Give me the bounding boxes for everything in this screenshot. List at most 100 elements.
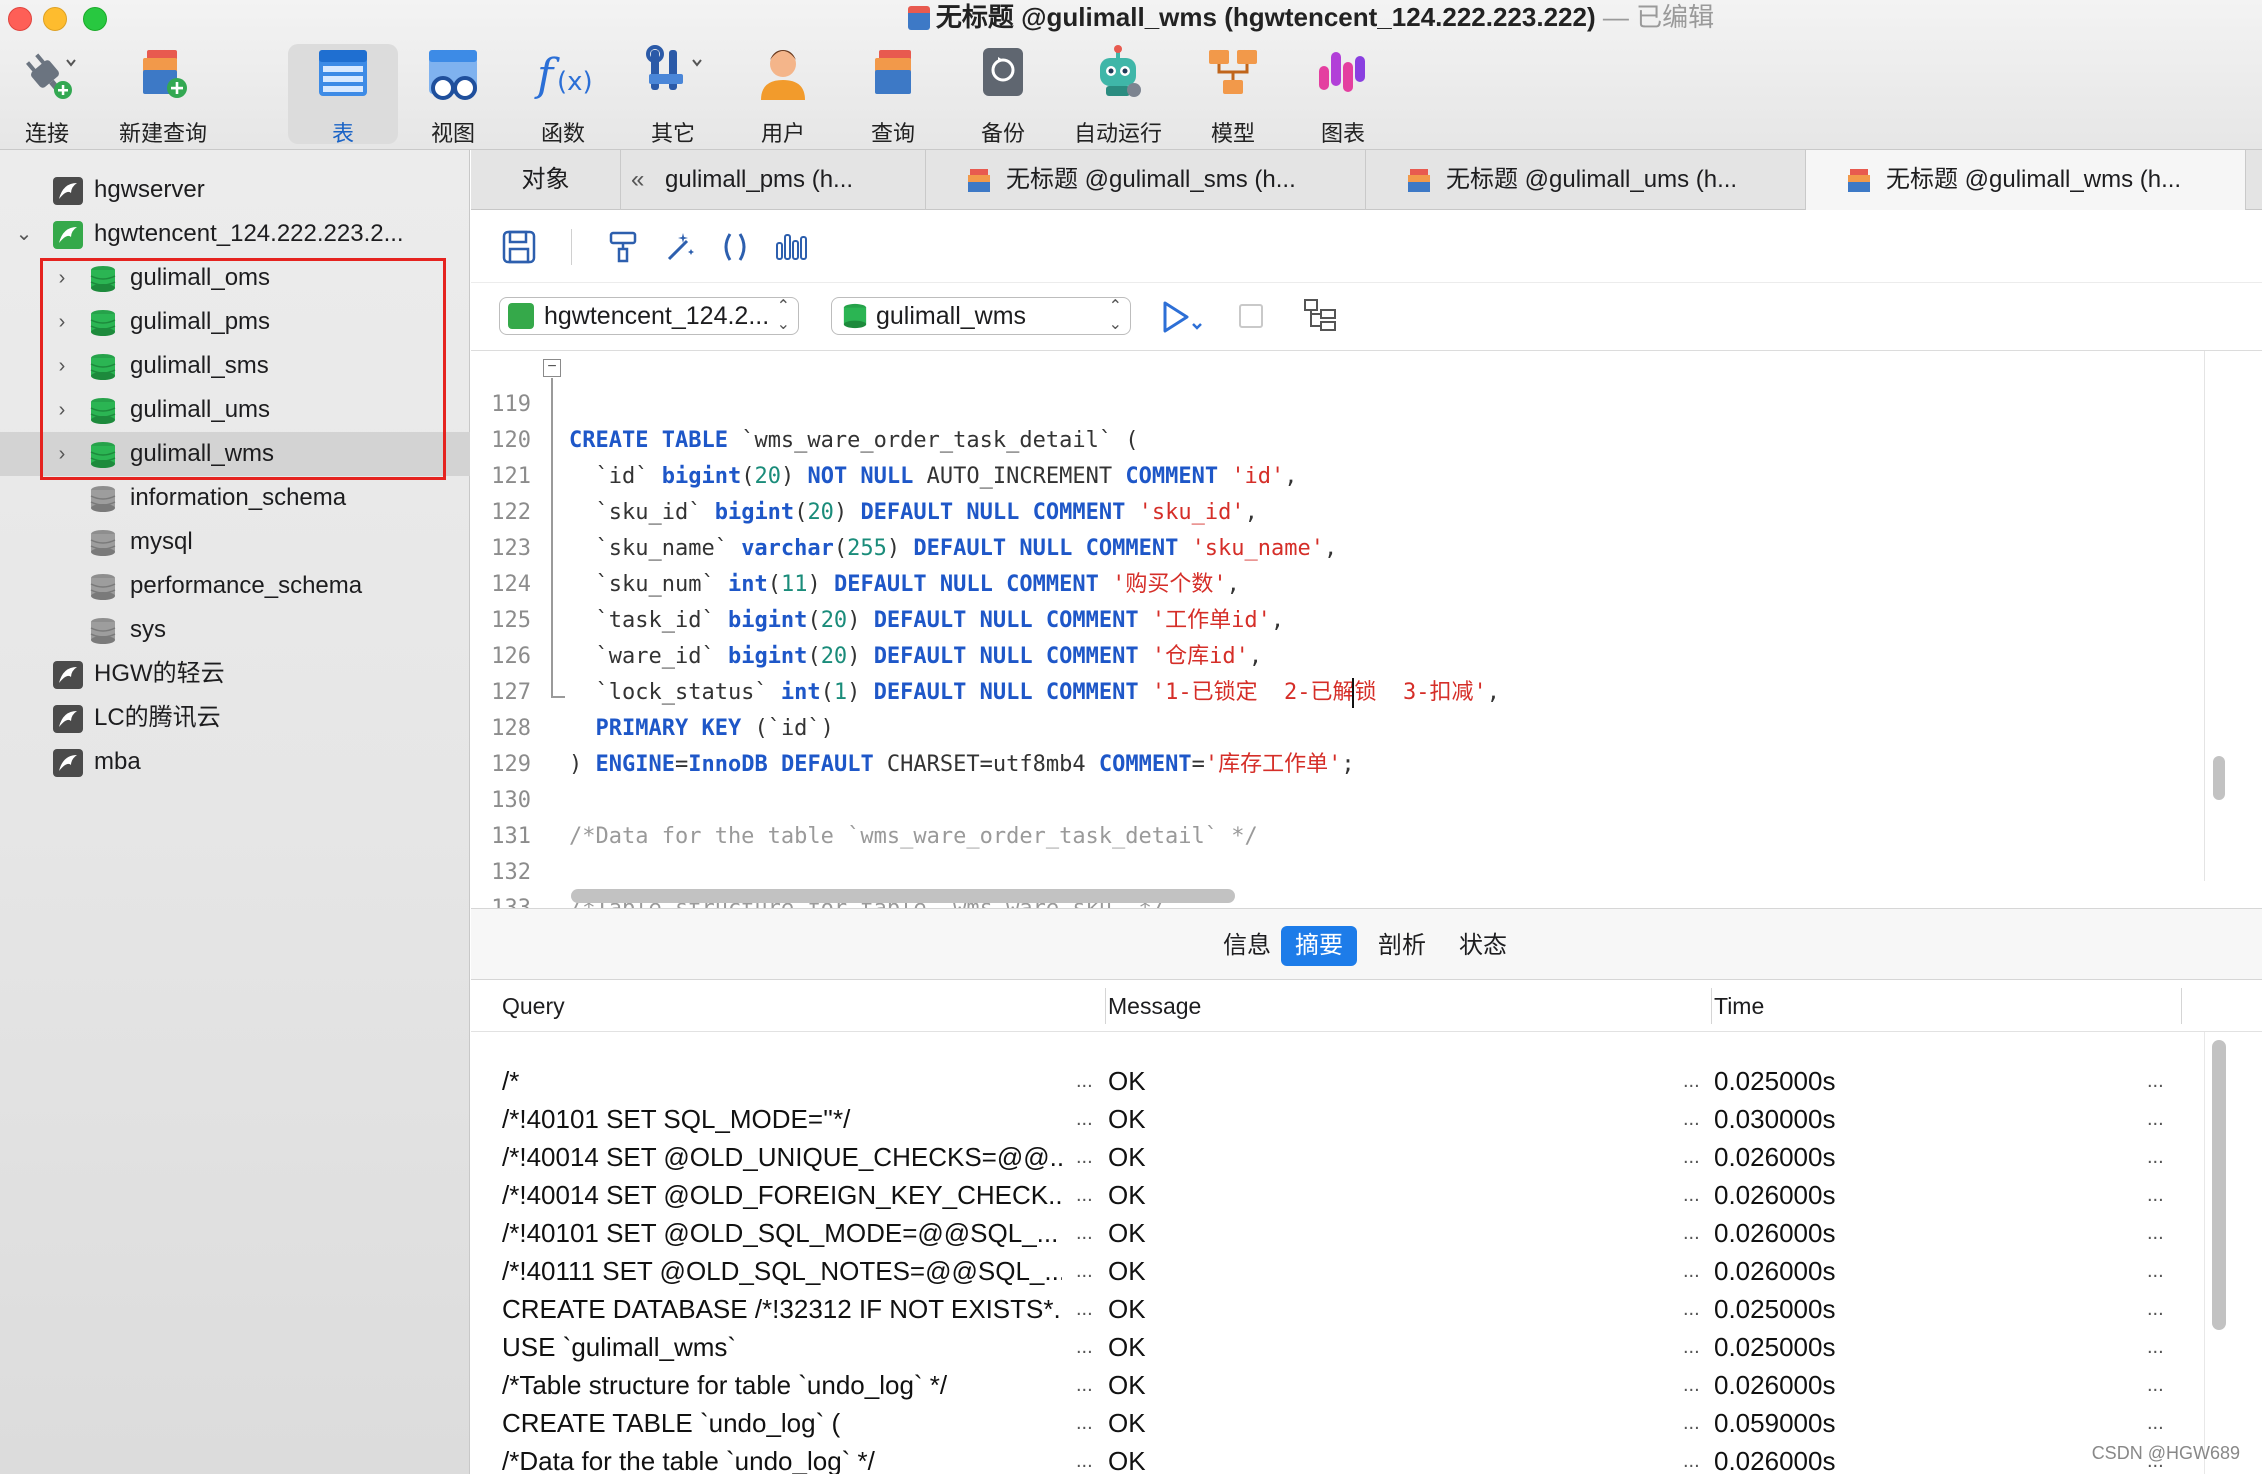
magic-wand-icon[interactable] [661,229,697,265]
backup-icon [983,48,1023,96]
table-row[interactable]: USE `gulimall_wms`... OK... 0.025000s... [471,1328,2211,1366]
toolbar-function-button[interactable]: f (x) 函数 [518,44,608,146]
run-icon[interactable] [1161,300,1205,334]
chevron-right-icon[interactable]: › [52,432,72,476]
code-line: 120 `id` bigint(20) NOT NULL AUTO_INCREM… [471,387,2211,489]
sidebar-item-hgwtencent[interactable]: ⌄ hgwtencent_124.222.223.2... [0,212,470,256]
cell-ellipsis: ... [2147,1374,2164,1396]
toolbar-automation-button[interactable]: 自动运行 [1068,44,1168,146]
column-divider[interactable] [2181,988,2182,1024]
sidebar-item-gulimall-oms[interactable]: › gulimall_oms [0,256,470,300]
tab-info[interactable]: 信息 [1209,926,1285,966]
table-row[interactable]: /*!40014 SET @OLD_FOREIGN_KEY_CHECK.....… [471,1176,2211,1214]
column-header-time[interactable]: Time [1714,980,1764,1032]
connection-icon [53,749,83,777]
toolbar-model-button[interactable]: 模型 [1188,44,1278,146]
tab-summary[interactable]: 摘要 [1281,926,1357,966]
column-header-message[interactable]: Message [1108,980,1201,1032]
sidebar-item-gulimall-wms[interactable]: › gulimall_wms [0,432,470,476]
code-line: 131 [471,783,2211,849]
toolbar-model-label: 模型 [1210,121,1255,146]
sidebar-item-gulimall-ums[interactable]: › gulimall_ums [0,388,470,432]
toolbar-new-query-button[interactable]: 新建查询 [108,44,218,146]
column-divider[interactable] [1711,988,1712,1024]
chevron-right-icon[interactable]: › [52,300,72,344]
cell-message: OK [1108,1446,1146,1474]
table-icon [319,50,367,96]
toolbar-user-button[interactable]: 用户 [738,44,828,146]
toolbar-table-button[interactable]: 表 [288,44,398,146]
database-icon [90,398,116,424]
chevron-down-icon[interactable]: ⌄ [14,212,34,256]
parentheses-icon[interactable] [717,229,753,265]
sidebar-item-label: gulimall_sms [130,352,269,379]
connection-select[interactable]: hgwtencent_124.2... ⌃ ⌄ [499,297,799,335]
table-row[interactable]: /*Data for the table `undo_log` */... OK.… [471,1442,2211,1474]
sidebar-item-performance-schema[interactable]: performance_schema [0,564,470,608]
tab-gulimall-sms[interactable]: 无标题 @gulimall_sms (h... [926,150,1366,210]
tab-status[interactable]: 状态 [1445,926,1521,966]
code-line: 133 [471,855,2211,908]
toolbar-connect-button[interactable]: 连接 [2,44,92,146]
tab-gulimall-wms[interactable]: 无标题 @gulimall_wms (h... [1806,150,2246,210]
column-divider[interactable] [1105,988,1106,1024]
sidebar-item-hgw-cloud[interactable]: HGW的轻云 [0,652,470,696]
user-icon [761,50,805,100]
format-paint-icon[interactable] [605,229,641,265]
editor-horizontal-scrollbar[interactable] [571,889,1235,903]
tools-icon [646,45,702,90]
table-row[interactable]: /*... OK... 0.025000s... [471,1062,2211,1100]
cell-ellipsis: ... [1076,1336,1093,1358]
sql-code-editor[interactable]: − 119 CREATE TABLE `wms_ware_order_task_… [471,350,2262,908]
code-line: 127 PRIMARY KEY (`id`) [471,639,2211,741]
toolbar-chart-button[interactable]: 图表 [1298,44,1388,146]
stop-icon[interactable] [1239,304,1263,328]
toolbar-other-button[interactable]: 其它 [628,44,718,146]
tab-label: 信息 [1223,932,1271,959]
toolbar-query-button[interactable]: 查询 [848,44,938,146]
cell-query: /*Table structure for table `undo_log` *… [502,1370,948,1400]
sidebar-item-hgwserver[interactable]: hgwserver [0,168,470,212]
explain-tree-icon[interactable] [1303,298,1339,334]
tab-gulimall-pms[interactable]: « gulimall_pms (h... [621,150,926,210]
table-row[interactable]: /*!40101 SET SQL_MODE=''*/... OK... 0.0300… [471,1100,2211,1138]
sidebar-item-label: hgwserver [94,176,205,203]
table-row[interactable]: CREATE DATABASE /*!32312 IF NOT EXISTS*.… [471,1290,2211,1328]
toolbar-backup-button[interactable]: 备份 [958,44,1048,146]
sidebar-item-gulimall-sms[interactable]: › gulimall_sms [0,344,470,388]
save-icon[interactable] [501,229,537,265]
editor-right-border [2204,351,2205,881]
chevron-right-icon[interactable]: › [52,388,72,432]
result-vertical-scrollbar[interactable] [2212,1040,2226,1330]
sidebar-item-sys[interactable]: sys [0,608,470,652]
sidebar-item-lc-tencent[interactable]: LC的腾讯云 [0,696,470,740]
column-header-query[interactable]: Query [502,980,565,1032]
sidebar-item-information-schema[interactable]: information_schema [0,476,470,520]
table-row[interactable]: /*Table structure for table `undo_log` *… [471,1366,2211,1404]
explain-chart-icon[interactable] [773,229,809,265]
table-row[interactable]: /*!40111 SET @OLD_SQL_NOTES=@@SQL_......… [471,1252,2211,1290]
sidebar-item-mba[interactable]: mba [0,740,470,784]
sidebar-item-label: HGW的轻云 [94,660,225,687]
cell-ellipsis: ... [1683,1108,1700,1130]
tab-gulimall-ums[interactable]: 无标题 @gulimall_ums (h... [1366,150,1806,210]
cell-ellipsis: ... [1683,1374,1700,1396]
code-line: 126 `lock_status` int(1) DEFAULT NULL CO… [471,603,2211,705]
chevron-double-left-icon[interactable]: « [631,150,644,210]
connection-select-value: hgwtencent_124.2... [544,302,770,330]
chevron-right-icon[interactable]: › [52,256,72,300]
cell-ellipsis: ... [2147,1412,2164,1434]
tab-profile[interactable]: 剖析 [1364,926,1440,966]
cell-time: 0.026000s [1714,1218,1836,1248]
table-row[interactable]: /*!40101 SET @OLD_SQL_MODE=@@SQL_...... O… [471,1214,2211,1252]
toolbar-view-button[interactable]: 视图 [408,44,498,146]
chevron-right-icon[interactable]: › [52,344,72,388]
table-row[interactable]: /*!40014 SET @OLD_UNIQUE_CHECKS=@@......… [471,1138,2211,1176]
table-row[interactable]: CREATE TABLE `undo_log` (... OK... 0.05900… [471,1404,2211,1442]
cell-query: USE `gulimall_wms` [502,1332,737,1362]
database-select[interactable]: gulimall_wms ⌃ ⌄ [831,297,1131,335]
editor-vertical-scrollbar[interactable] [2213,756,2225,800]
sidebar-item-gulimall-pms[interactable]: › gulimall_pms [0,300,470,344]
sidebar-item-mysql[interactable]: mysql [0,520,470,564]
tab-objects[interactable]: 对象 [471,150,621,210]
